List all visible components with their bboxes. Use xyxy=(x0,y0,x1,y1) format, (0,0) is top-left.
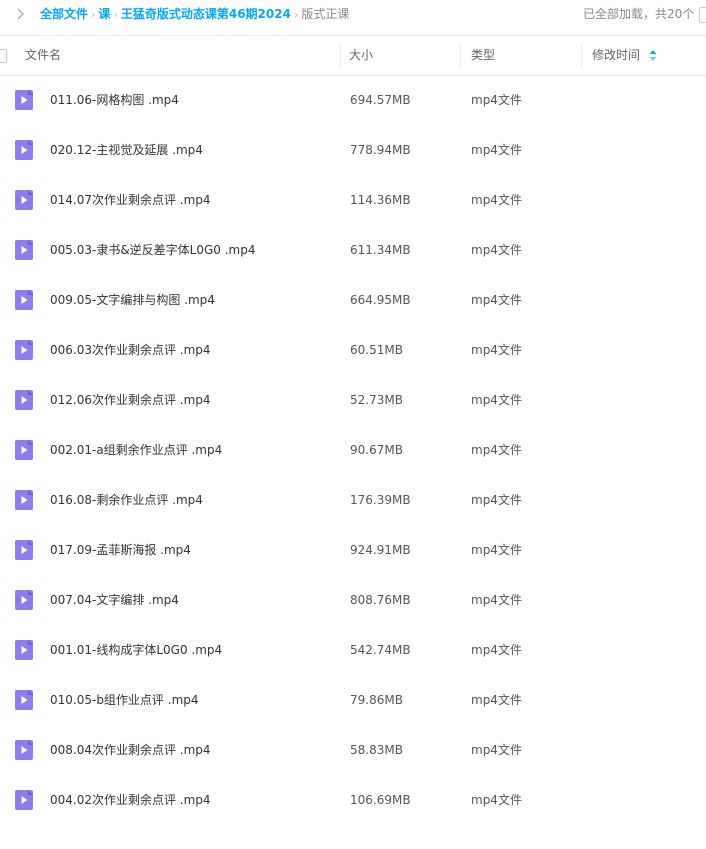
header-name[interactable]: 文件名 xyxy=(25,36,61,74)
table-row[interactable]: 002.01-a组剩余作业点评 .mp4 90.67MB mp4文件 xyxy=(0,425,706,475)
file-type: mp4文件 xyxy=(471,143,522,157)
file-size: 924.91MB xyxy=(350,543,411,557)
view-toggle[interactable] xyxy=(699,7,706,23)
file-type: mp4文件 xyxy=(471,443,522,457)
table-row[interactable]: 006.03次作业剩余点评 .mp4 60.51MB mp4文件 xyxy=(0,325,706,375)
file-name[interactable]: 016.08-剩余作业点评 .mp4 xyxy=(50,475,203,525)
table-header: 文件名 大小 类型 修改时间 xyxy=(0,35,706,76)
file-name[interactable]: 002.01-a组剩余作业点评 .mp4 xyxy=(50,425,222,475)
file-name[interactable]: 020.12-主视觉及延展 .mp4 xyxy=(50,125,203,175)
breadcrumb-item-course[interactable]: 课 xyxy=(98,7,110,21)
file-name[interactable]: 011.06-网格构图 .mp4 xyxy=(50,75,179,125)
file-list: 011.06-网格构图 .mp4 694.57MB mp4文件 020.12-主视觉及… xyxy=(0,75,706,825)
video-file-icon xyxy=(15,590,33,610)
video-file-icon xyxy=(15,140,33,160)
file-name[interactable]: 009.05-文字编排与构图 .mp4 xyxy=(50,275,215,325)
video-file-icon xyxy=(15,790,33,810)
file-type: mp4文件 xyxy=(471,343,522,357)
table-row[interactable]: 014.07次作业剩余点评 .mp4 114.36MB mp4文件 xyxy=(0,175,706,225)
breadcrumb: 全部文件 › 课 › 王猛奇版式动态课第46期2024 › 版式正课 xyxy=(40,0,349,29)
table-row[interactable]: 017.09-孟菲斯海报 .mp4 924.91MB mp4文件 xyxy=(0,525,706,575)
video-file-icon xyxy=(15,640,33,660)
sort-icon[interactable] xyxy=(648,49,658,62)
load-status: 已全部加载，共20个 xyxy=(583,7,695,21)
file-name[interactable]: 004.02次作业剩余点评 .mp4 xyxy=(50,775,211,825)
file-size: 664.95MB xyxy=(350,293,411,307)
table-row[interactable]: 009.05-文字编排与构图 .mp4 664.95MB mp4文件 xyxy=(0,275,706,325)
breadcrumb-separator: › xyxy=(113,8,118,21)
header-size[interactable]: 大小 xyxy=(349,36,373,74)
table-row[interactable]: 016.08-剩余作业点评 .mp4 176.39MB mp4文件 xyxy=(0,475,706,525)
header-modified[interactable]: 修改时间 xyxy=(592,36,640,74)
file-size: 611.34MB xyxy=(350,243,411,257)
table-row[interactable]: 012.06次作业剩余点评 .mp4 52.73MB mp4文件 xyxy=(0,375,706,425)
file-type: mp4文件 xyxy=(471,543,522,557)
file-size: 90.67MB xyxy=(350,443,403,457)
file-type: mp4文件 xyxy=(471,743,522,757)
video-file-icon xyxy=(15,390,33,410)
file-size: 694.57MB xyxy=(350,93,411,107)
file-name[interactable]: 014.07次作业剩余点评 .mp4 xyxy=(50,175,211,225)
file-size: 542.74MB xyxy=(350,643,411,657)
file-name[interactable]: 005.03-隶书&逆反差字体L0G0 .mp4 xyxy=(50,225,256,275)
breadcrumb-item-course-folder[interactable]: 王猛奇版式动态课第46期2024 xyxy=(121,7,291,21)
file-name[interactable]: 012.06次作业剩余点评 .mp4 xyxy=(50,375,211,425)
file-type: mp4文件 xyxy=(471,93,522,107)
file-size: 58.83MB xyxy=(350,743,403,757)
video-file-icon xyxy=(15,90,33,110)
file-type: mp4文件 xyxy=(471,243,522,257)
video-file-icon xyxy=(15,290,33,310)
file-name[interactable]: 001.01-线构成字体L0G0 .mp4 xyxy=(50,625,222,675)
table-row[interactable]: 004.02次作业剩余点评 .mp4 106.69MB mp4文件 xyxy=(0,775,706,825)
breadcrumb-separator: › xyxy=(293,8,299,21)
file-size: 176.39MB xyxy=(350,493,411,507)
breadcrumb-bar: 全部文件 › 课 › 王猛奇版式动态课第46期2024 › 版式正课 已全部加载，共20个 xyxy=(0,0,706,30)
file-name[interactable]: 006.03次作业剩余点评 .mp4 xyxy=(50,325,211,375)
table-row[interactable]: 005.03-隶书&逆反差字体L0G0 .mp4 611.34MB mp4文件 xyxy=(0,225,706,275)
video-file-icon xyxy=(15,690,33,710)
table-row[interactable]: 007.04-文字编排 .mp4 808.76MB mp4文件 xyxy=(0,575,706,625)
chevron-left-icon[interactable] xyxy=(12,6,28,22)
video-file-icon xyxy=(15,340,33,360)
file-type: mp4文件 xyxy=(471,643,522,657)
column-divider[interactable] xyxy=(581,44,582,68)
video-file-icon xyxy=(15,440,33,460)
table-row[interactable]: 010.05-b组作业点评 .mp4 79.86MB mp4文件 xyxy=(0,675,706,725)
breadcrumb-item-all-files[interactable]: 全部文件 xyxy=(40,7,88,21)
table-row[interactable]: 001.01-线构成字体L0G0 .mp4 542.74MB mp4文件 xyxy=(0,625,706,675)
file-name[interactable]: 017.09-孟菲斯海报 .mp4 xyxy=(50,525,191,575)
file-size: 106.69MB xyxy=(350,793,411,807)
select-all-checkbox[interactable] xyxy=(0,49,7,63)
video-file-icon xyxy=(15,490,33,510)
table-row[interactable]: 020.12-主视觉及延展 .mp4 778.94MB mp4文件 xyxy=(0,125,706,175)
file-type: mp4文件 xyxy=(471,393,522,407)
video-file-icon xyxy=(15,540,33,560)
file-type: mp4文件 xyxy=(471,293,522,307)
header-type[interactable]: 类型 xyxy=(471,36,495,74)
file-size: 114.36MB xyxy=(350,193,411,207)
table-row[interactable]: 008.04次作业剩余点评 .mp4 58.83MB mp4文件 xyxy=(0,725,706,775)
file-size: 60.51MB xyxy=(350,343,403,357)
column-divider[interactable] xyxy=(460,44,461,68)
file-type: mp4文件 xyxy=(471,593,522,607)
breadcrumb-separator: › xyxy=(91,8,96,21)
file-type: mp4文件 xyxy=(471,693,522,707)
file-type: mp4文件 xyxy=(471,193,522,207)
video-file-icon xyxy=(15,190,33,210)
file-size: 79.86MB xyxy=(350,693,403,707)
video-file-icon xyxy=(15,740,33,760)
file-name[interactable]: 008.04次作业剩余点评 .mp4 xyxy=(50,725,211,775)
file-name[interactable]: 010.05-b组作业点评 .mp4 xyxy=(50,675,199,725)
column-divider[interactable] xyxy=(340,44,341,68)
file-size: 52.73MB xyxy=(350,393,403,407)
file-size: 778.94MB xyxy=(350,143,411,157)
breadcrumb-current: 版式正课 xyxy=(301,7,350,21)
video-file-icon xyxy=(15,240,33,260)
table-row[interactable]: 011.06-网格构图 .mp4 694.57MB mp4文件 xyxy=(0,75,706,125)
file-size: 808.76MB xyxy=(350,593,411,607)
file-type: mp4文件 xyxy=(471,793,522,807)
file-type: mp4文件 xyxy=(471,493,522,507)
file-name[interactable]: 007.04-文字编排 .mp4 xyxy=(50,575,179,625)
